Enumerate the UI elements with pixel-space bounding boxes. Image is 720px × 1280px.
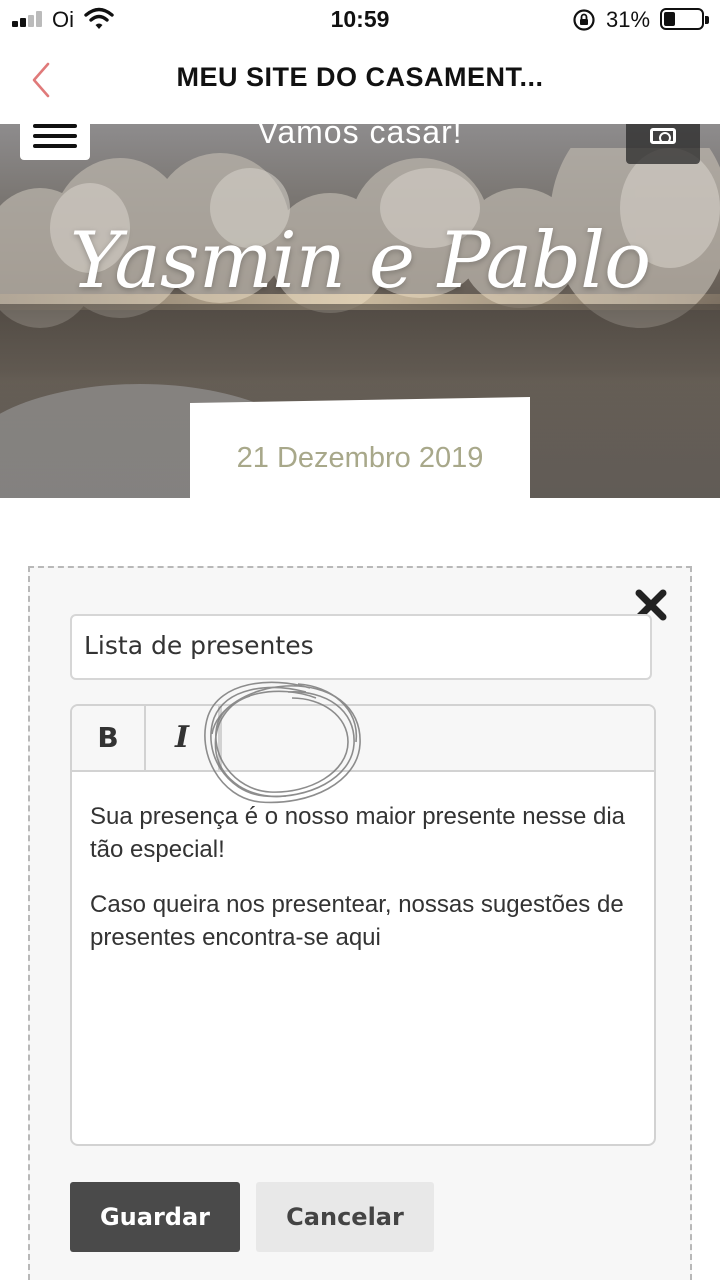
hamburger-menu-icon[interactable] (20, 124, 90, 160)
wedding-date: 21 Dezembro 2019 (236, 442, 484, 474)
editor-body[interactable]: Sua presença é o nosso maior presente ne… (90, 800, 636, 976)
battery-icon (660, 8, 709, 30)
cancel-button[interactable]: Cancelar (256, 1182, 434, 1252)
italic-button[interactable]: I (146, 706, 220, 770)
nav-bar: MEU SITE DO CASAMENT... (0, 40, 720, 124)
section-title-input[interactable]: Lista de presentes (70, 614, 652, 680)
hero-subtitle: Vamos casar! (257, 124, 463, 150)
editor-toolbar: B I (72, 706, 654, 772)
hero-banner: Vamos casar! Yasmin e Pablo 21 Dezembro … (0, 124, 720, 498)
battery-percent: 31% (606, 7, 651, 32)
couple-names: Yasmin e Pablo (69, 216, 651, 306)
toolbar-divider (220, 706, 222, 770)
save-button[interactable]: Guardar (70, 1182, 240, 1252)
bold-button[interactable]: B (72, 706, 146, 770)
editor-paragraph: Sua presença é o nosso maior presente ne… (90, 803, 625, 863)
orientation-lock-icon (573, 9, 595, 31)
rich-text-editor: B I Sua presença é o nosso maior present… (70, 704, 656, 1146)
status-bar: Oi 10:59 31% (0, 0, 720, 40)
camera-icon[interactable] (626, 124, 700, 164)
page-title: MEU SITE DO CASAMENT... (176, 62, 544, 92)
editor-panel: Lista de presentes B I Sua presença é o … (28, 566, 692, 1280)
date-card: 21 Dezembro 2019 (190, 406, 530, 498)
editor-paragraph: Caso queira nos presentear, nossas suges… (90, 891, 624, 951)
